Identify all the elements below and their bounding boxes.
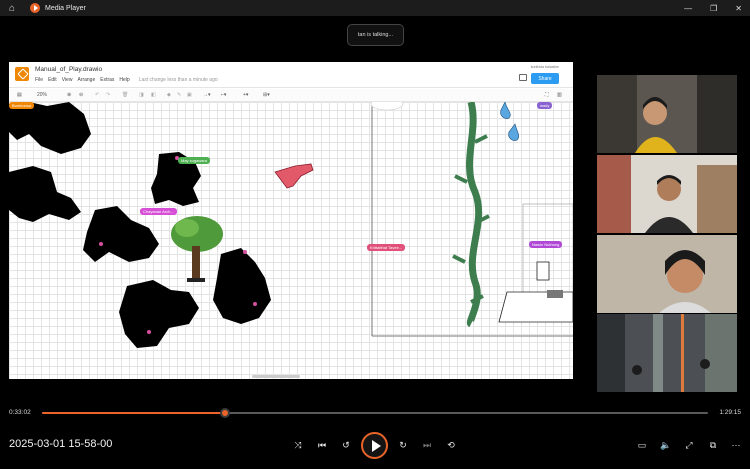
drawio-filename: Manual_of_Play.drawio [35,66,103,73]
delete-icon: 🗑 [122,92,129,98]
waypoints-icon: ⌐▾ [221,92,227,98]
to-back-icon: ◧ [151,92,156,98]
subtitles-icon[interactable]: ▭ [634,437,650,453]
cursor-label: wady [537,102,553,109]
monster-shape-5 [119,280,199,348]
pink-object [274,163,314,189]
shadow-icon: ▣ [187,92,192,98]
fullscreen-icon[interactable]: ⤢ [681,437,697,453]
cast-icon[interactable]: ⧉ [705,437,721,453]
total-time: 1:29:15 [719,409,741,416]
volume-icon[interactable]: 🔈 [658,437,674,453]
cursor-label: Bombunsa [9,102,35,109]
monster-shape-2 [9,166,81,222]
close-button[interactable]: ✕ [735,4,742,13]
seek-bar-fill [42,412,226,414]
zoom-in-icon: ⊕ [67,92,72,98]
drawio-toolbar: ▤ 20% ⊕ ⊖ ↶ ↷ 🗑 ◨ ◧ ◆ ✎ ▣ →▾ ⌐▾ +▾ ⊞▾ ⛶ … [9,89,573,102]
zoom-level: 20% [37,92,48,98]
connection-icon: →▾ [203,92,211,98]
redo-icon: ↷ [106,92,111,98]
drawio-logo-icon [15,67,29,81]
participant-video-1 [597,75,737,153]
menu-view: View [61,77,73,83]
fullscreen-icon: ⛶ [545,92,549,98]
cursor-label: May sugawara [178,157,211,164]
participant-video-4 [597,314,737,392]
cursor-label: Chayanan Arch... [140,208,177,215]
undo-icon: ↶ [95,92,100,98]
cursor-label: Krittatthat Tavee... [367,244,406,251]
restore-button[interactable]: ❐ [710,4,717,13]
current-time: 0:33:02 [9,409,31,416]
play-button[interactable] [361,432,388,459]
title-bar: ⌂ Media Player — ❐ ✕ [0,0,750,16]
drawio-user: kunthida traiwalee [530,65,559,69]
cursor-label: Nawin Nuthong [529,241,563,248]
window-title: Media Player [45,4,86,12]
menu-extras: Extras [100,77,115,83]
media-player-app-icon [30,3,40,13]
drawio-share-button: Share [531,73,559,84]
rewind-10-icon[interactable]: ↺ [338,437,354,453]
shuffle-icon[interactable]: ⤨ [290,437,306,453]
to-front-icon: ◨ [139,92,144,98]
sidebar-toggle-icon: ▤ [17,92,22,98]
table-icon: ⊞▾ [263,92,270,98]
monster-shape-1 [9,102,91,154]
zoom-out-icon: ⊖ [79,92,84,98]
canvas-drawing [9,102,573,348]
play-icon [371,439,381,452]
seek-bar[interactable] [42,408,708,418]
menu-edit: Edit [48,77,57,83]
seek-thumb[interactable] [220,408,231,418]
more-options-icon[interactable]: ⋯ [728,437,744,453]
monster-shape-6 [213,248,271,324]
fill-color-icon: ◆ [167,92,171,98]
comment-icon [519,74,527,81]
seek-bar-row: 0:33:02 1:29:15 [0,405,750,421]
home-icon[interactable]: ⌂ [0,0,24,16]
format-panel-icon: ▥ [557,92,562,98]
water-drop-1 [500,102,511,119]
gray-object [547,290,563,298]
menu-help: Help [119,77,130,83]
playback-controls: 2025-03-01 15-58-00 ⤨ ⏮ ↺ ↻ ⏭ ⟲ ▭ 🔈 ⤢ ⧉ … [0,426,750,466]
participant-video-3 [597,235,737,313]
card-sign [536,261,550,281]
repeat-icon[interactable]: ⟲ [443,437,459,453]
drawio-canvas: Bombunsa May sugawara Chayanan Arch... K… [9,102,573,379]
minimize-button[interactable]: — [684,4,692,13]
drawio-header: Manual_of_Play.drawio File Edit View Arr… [9,62,573,88]
line-color-icon: ✎ [177,92,182,98]
beanstalk [465,102,483,328]
previous-icon[interactable]: ⏮ [314,437,330,453]
media-title: 2025-03-01 15-58-00 [9,438,113,450]
talking-indicator: tan is talking... [347,24,404,46]
menu-file: File [35,77,44,83]
next-icon[interactable]: ⏭ [419,437,435,453]
insert-icon: +▾ [243,92,249,98]
participant-video-2 [597,155,737,233]
water-drop-2 [508,123,519,141]
last-change-text: Last change less than a minute ago [138,77,218,83]
tree-trunk [192,246,200,280]
menu-arrange: Arrange [77,77,96,83]
shared-screen-video[interactable]: Manual_of_Play.drawio File Edit View Arr… [9,62,573,379]
cloud-shape [370,102,404,111]
canvas-scrollbar [252,375,300,378]
drawio-menu: File Edit View Arrange Extras Help Last … [35,77,218,83]
forward-30-icon[interactable]: ↻ [395,437,411,453]
